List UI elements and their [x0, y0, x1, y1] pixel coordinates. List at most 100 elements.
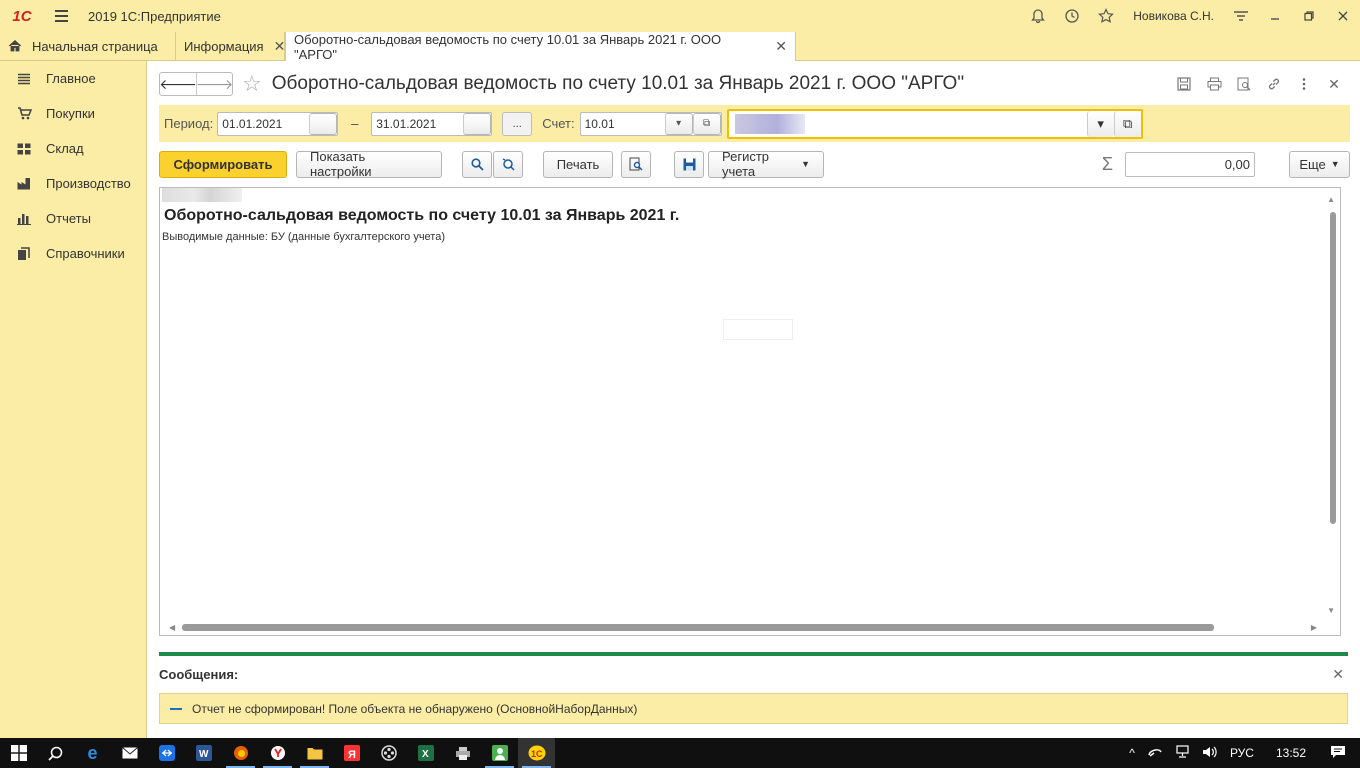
sync-icon[interactable]	[1141, 746, 1169, 761]
date-from-field[interactable]: 01.01.2021	[217, 111, 339, 136]
tab-report[interactable]: Оборотно-сальдовая ведомость по счету 10…	[285, 32, 796, 62]
chevron-down-icon[interactable]: ▾	[1086, 110, 1114, 137]
message-text: Отчет не сформирован! Поле объекта не об…	[192, 701, 638, 716]
back-arrow-icon[interactable]: 🡐	[159, 73, 197, 95]
sigma-icon[interactable]: Σ	[1102, 154, 1113, 175]
excel-icon[interactable]: X	[407, 738, 444, 768]
more-vertical-icon[interactable]	[1289, 71, 1319, 97]
calendar-icon[interactable]	[309, 112, 338, 135]
restore-icon[interactable]	[1292, 0, 1326, 32]
sidebar-item-warehouse[interactable]: Склад	[0, 131, 146, 166]
tab-label: Начальная страница	[32, 39, 158, 54]
windows-start-icon[interactable]	[0, 738, 37, 768]
favorite-star-icon[interactable]: ☆	[242, 73, 262, 95]
link-icon[interactable]	[1259, 71, 1289, 97]
edge-browser-icon[interactable]: e	[74, 738, 111, 768]
preview-icon[interactable]	[1229, 71, 1259, 97]
sidebar-item-label: Покупки	[46, 106, 95, 121]
word-icon[interactable]: W	[185, 738, 222, 768]
save-icon[interactable]	[674, 150, 704, 178]
main-menu-icon[interactable]	[44, 0, 78, 32]
calendar-icon[interactable]	[463, 112, 492, 135]
sidebar-item-label: Справочники	[46, 246, 125, 261]
account-field[interactable]: 10.01 ▾ ⧉	[579, 111, 722, 136]
sidebar-item-catalogs[interactable]: Справочники	[0, 236, 146, 271]
select-period-button[interactable]: ...	[502, 111, 533, 136]
close-tab-icon[interactable]: ✕	[274, 38, 286, 55]
sidebar-item-purchases[interactable]: Покупки	[0, 96, 146, 131]
scroll-thumb[interactable]	[182, 624, 1214, 631]
history-icon[interactable]	[1055, 0, 1089, 32]
clock[interactable]: 13:52	[1260, 746, 1322, 760]
star-icon[interactable]	[1089, 0, 1123, 32]
print-button[interactable]: Печать	[543, 150, 613, 178]
network-icon[interactable]	[1169, 745, 1196, 761]
refresh-search-icon[interactable]	[493, 150, 523, 178]
volume-icon[interactable]	[1196, 746, 1224, 761]
input-language[interactable]: РУС	[1224, 746, 1260, 760]
organization-field[interactable]: ▾ ⧉	[726, 108, 1143, 139]
report-header-redacted	[162, 188, 242, 202]
vertical-scrollbar[interactable]	[1330, 208, 1336, 608]
chevron-down-icon: ▼	[1330, 159, 1340, 169]
open-icon[interactable]: ⧉	[692, 112, 721, 135]
search-icon[interactable]	[37, 738, 74, 768]
close-icon[interactable]	[1326, 0, 1360, 32]
form-header: 🡐 🡒 ☆ Оборотно-сальдовая ведомость по сч…	[159, 71, 1349, 97]
save-icon[interactable]	[1169, 71, 1199, 97]
more-label: Еще	[1299, 156, 1326, 172]
messages-panel: Сообщения: ✕ Отчет не сформирован! Поле …	[159, 652, 1348, 724]
tab-home[interactable]: Начальная страница	[0, 32, 176, 61]
chevron-down-icon[interactable]: ▾	[664, 112, 693, 135]
settings-lines-icon[interactable]	[1224, 0, 1258, 32]
close-tab-icon[interactable]: ✕	[775, 38, 787, 55]
preview-icon[interactable]	[621, 150, 651, 178]
contacts-app-icon[interactable]	[481, 738, 518, 768]
yandex-icon[interactable]: Я	[333, 738, 370, 768]
1c-enterprise-icon[interactable]: 1С	[518, 738, 555, 768]
message-item[interactable]: Отчет не сформирован! Поле объекта не об…	[159, 693, 1348, 724]
firefox-icon[interactable]	[222, 738, 259, 768]
mail-icon[interactable]	[111, 738, 148, 768]
factory-icon	[16, 177, 32, 191]
report-spreadsheet[interactable]: Оборотно-сальдовая ведомость по счету 10…	[159, 187, 1341, 636]
minimize-icon[interactable]	[1258, 0, 1292, 32]
scroll-up-icon[interactable]: ▲	[1327, 195, 1335, 204]
print-icon[interactable]	[1199, 71, 1229, 97]
forward-arrow-icon[interactable]: 🡒	[196, 73, 233, 95]
sidebar-item-reports[interactable]: Отчеты	[0, 201, 146, 236]
open-icon[interactable]: ⧉	[1113, 110, 1141, 137]
sections-panel: Главное Покупки Склад Производство Отчет…	[0, 61, 147, 738]
sidebar-item-production[interactable]: Производство	[0, 166, 146, 201]
horizontal-scrollbar[interactable]	[182, 624, 1304, 631]
scroll-thumb[interactable]	[1330, 212, 1336, 524]
scroll-right-icon[interactable]: ▶	[1311, 623, 1317, 632]
yandex-browser-icon[interactable]	[259, 738, 296, 768]
register-dropdown[interactable]: Регистр учета ▼	[708, 149, 824, 179]
sum-field[interactable]: 0,00	[1125, 151, 1255, 177]
current-user[interactable]: Новикова С.Н.	[1123, 9, 1224, 23]
printer-icon[interactable]	[444, 738, 481, 768]
bell-icon[interactable]	[1021, 0, 1055, 32]
close-messages-icon[interactable]: ✕	[1332, 666, 1344, 683]
tab-info[interactable]: Информация ✕	[176, 32, 285, 61]
show-settings-button[interactable]: Показать настройки	[296, 149, 442, 179]
home-icon	[8, 39, 22, 55]
notifications-icon[interactable]	[1322, 745, 1360, 762]
app-logo[interactable]: 1С	[0, 0, 44, 32]
chevron-up-icon[interactable]: ^	[1123, 746, 1141, 760]
tab-label: Оборотно-сальдовая ведомость по счету 10…	[294, 31, 722, 62]
date-to-field[interactable]: 31.01.2021	[371, 111, 493, 136]
period-label: Период:	[164, 116, 214, 131]
media-player-icon[interactable]	[370, 738, 407, 768]
report-cell[interactable]	[723, 319, 793, 340]
file-explorer-icon[interactable]	[296, 738, 333, 768]
scroll-left-icon[interactable]: ◀	[169, 623, 175, 632]
generate-button[interactable]: Сформировать	[159, 150, 287, 178]
sidebar-item-main[interactable]: Главное	[0, 61, 146, 96]
scroll-down-icon[interactable]: ▼	[1327, 606, 1335, 615]
close-form-icon[interactable]: ✕	[1319, 71, 1349, 97]
more-dropdown[interactable]: Еще ▼	[1289, 150, 1350, 178]
search-icon[interactable]	[462, 150, 492, 178]
teamviewer-icon[interactable]	[148, 738, 185, 768]
